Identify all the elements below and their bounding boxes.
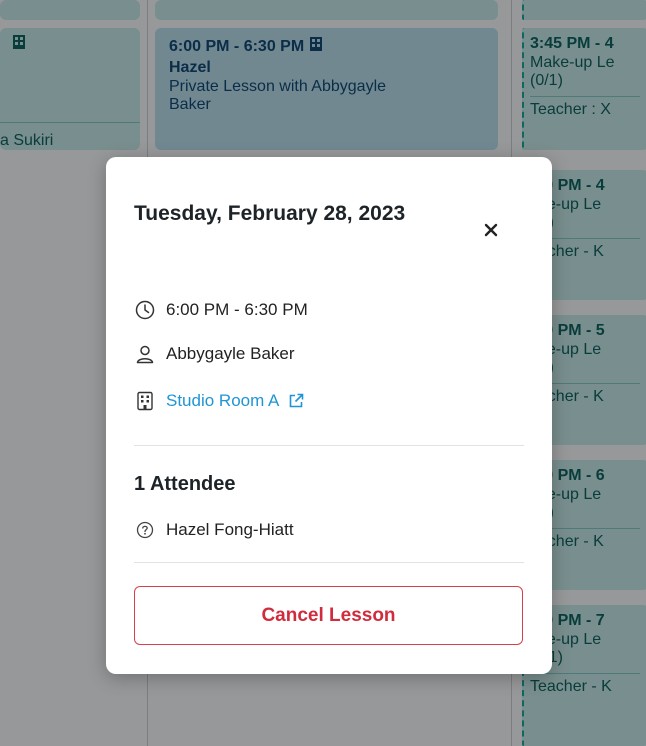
attendee-row: Hazel Fong-Hiatt — [134, 519, 294, 541]
close-button[interactable] — [478, 219, 504, 245]
room-link[interactable]: Studio Room A — [166, 391, 304, 411]
lesson-teacher: Abbygayle Baker — [166, 344, 295, 363]
divider — [134, 445, 524, 446]
lesson-teacher-row: Abbygayle Baker — [134, 343, 295, 365]
lesson-details-modal: Tuesday, February 28, 2023 6:00 PM - 6:3… — [106, 157, 552, 674]
building-icon — [134, 390, 156, 412]
lesson-time: 6:00 PM - 6:30 PM — [166, 300, 308, 319]
user-icon — [134, 343, 156, 365]
attendee-name: Hazel Fong-Hiatt — [166, 520, 294, 539]
lesson-room-row: Studio Room A — [134, 390, 304, 412]
modal-title: Tuesday, February 28, 2023 — [134, 202, 406, 225]
question-circle-icon — [134, 519, 156, 541]
lesson-time-row: 6:00 PM - 6:30 PM — [134, 299, 308, 321]
cancel-lesson-button[interactable]: Cancel Lesson — [134, 586, 523, 645]
external-link-icon — [288, 393, 304, 409]
close-icon — [483, 222, 499, 243]
clock-icon — [134, 299, 156, 321]
divider — [134, 562, 524, 563]
room-link-label: Studio Room A — [166, 391, 280, 410]
attendees-title: 1 Attendee — [134, 473, 236, 495]
